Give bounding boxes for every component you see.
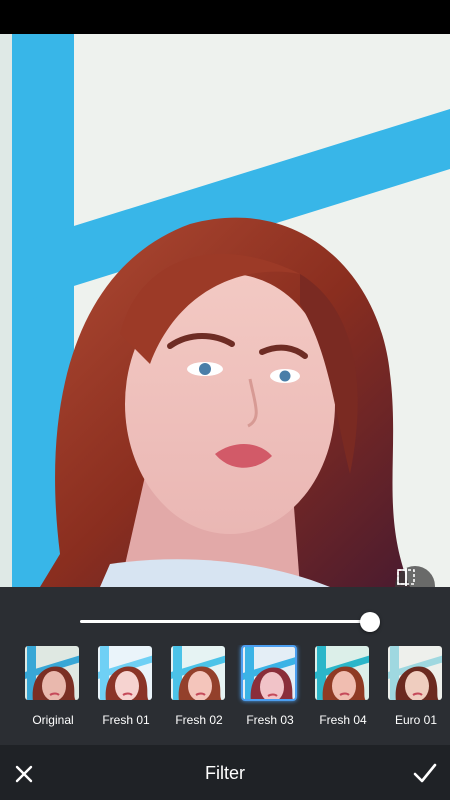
filter-item-fresh-01[interactable]: Fresh 01	[97, 645, 155, 727]
filter-item-original[interactable]: Original	[24, 645, 82, 727]
filter-item-fresh-02[interactable]: Fresh 02	[170, 645, 228, 727]
filter-thumbnail	[241, 645, 297, 701]
filter-thumbnail	[170, 645, 226, 701]
slider-track	[80, 620, 370, 623]
portrait-photo	[0, 34, 450, 587]
status-bar	[0, 0, 450, 34]
slider-thumb[interactable]	[360, 612, 380, 632]
filter-label: Euro 01	[394, 713, 438, 727]
filter-item-euro-01[interactable]: Euro 01	[387, 645, 445, 727]
filter-thumbnail	[97, 645, 153, 701]
filter-thumbnail	[24, 645, 80, 701]
check-icon	[413, 763, 437, 783]
compare-icon	[397, 568, 415, 586]
intensity-slider[interactable]	[80, 612, 380, 632]
filter-list: Original Fresh 01 Fresh 02 Fresh 03 Fresh 04…	[0, 645, 450, 735]
confirm-button[interactable]	[412, 761, 438, 785]
page-title: Filter	[205, 763, 245, 783]
filter-item-fresh-03[interactable]: Fresh 03	[241, 645, 299, 727]
photo-preview	[0, 34, 450, 587]
filter-thumbnail	[387, 645, 443, 701]
filter-thumbnail	[314, 645, 370, 701]
filter-item-fresh-04[interactable]: Fresh 04	[314, 645, 372, 727]
bottom-toolbar: Filter	[0, 745, 450, 800]
